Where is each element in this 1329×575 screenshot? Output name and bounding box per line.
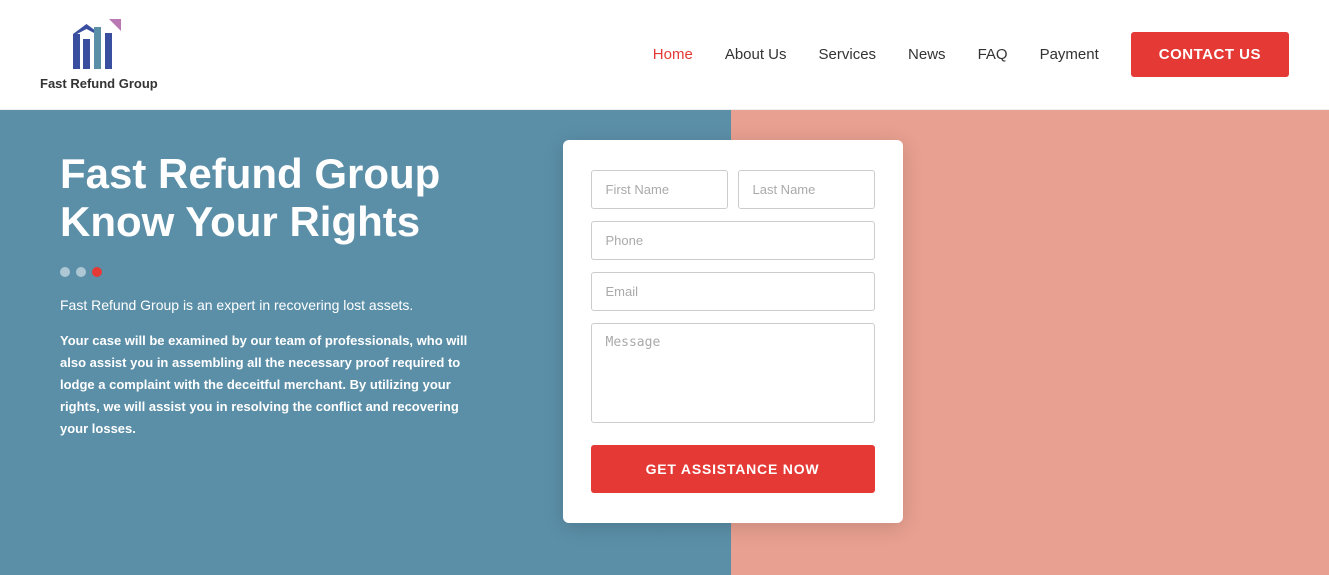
phone-row [591, 221, 875, 260]
navigation: Home About Us Services News FAQ Payment … [653, 32, 1289, 77]
hero-section: Fast Refund Group Know Your Rights Fast … [0, 110, 1329, 575]
dot-1[interactable] [60, 267, 70, 277]
contact-button[interactable]: CONTACT US [1131, 32, 1289, 77]
dot-2[interactable] [76, 267, 86, 277]
phone-input[interactable] [591, 221, 875, 260]
message-input[interactable] [591, 323, 875, 423]
hero-title: Fast Refund Group Know Your Rights [60, 150, 490, 247]
nav-services[interactable]: Services [819, 46, 877, 63]
dot-3[interactable] [92, 267, 102, 277]
nav-news[interactable]: News [908, 46, 946, 63]
first-name-input[interactable] [591, 170, 728, 209]
logo-text: Fast Refund Group [40, 76, 158, 91]
email-row [591, 272, 875, 311]
header: Fast Refund Group Home About Us Services… [0, 0, 1329, 110]
nav-faq[interactable]: FAQ [978, 46, 1008, 63]
logo-icon [69, 19, 129, 74]
name-row [591, 170, 875, 209]
hero-content: Fast Refund Group Know Your Rights Fast … [60, 150, 490, 440]
carousel-dots [60, 267, 490, 277]
email-input[interactable] [591, 272, 875, 311]
nav-about[interactable]: About Us [725, 46, 787, 63]
last-name-input[interactable] [738, 170, 875, 209]
contact-form-card: GET ASSISTANCE NOW [563, 140, 903, 523]
nav-home[interactable]: Home [653, 46, 693, 63]
hero-description-2: Your case will be examined by our team o… [60, 330, 490, 440]
logo: Fast Refund Group [40, 19, 158, 91]
submit-button[interactable]: GET ASSISTANCE NOW [591, 445, 875, 493]
hero-description-1: Fast Refund Group is an expert in recove… [60, 295, 490, 316]
nav-payment[interactable]: Payment [1040, 46, 1099, 63]
message-row [591, 323, 875, 423]
